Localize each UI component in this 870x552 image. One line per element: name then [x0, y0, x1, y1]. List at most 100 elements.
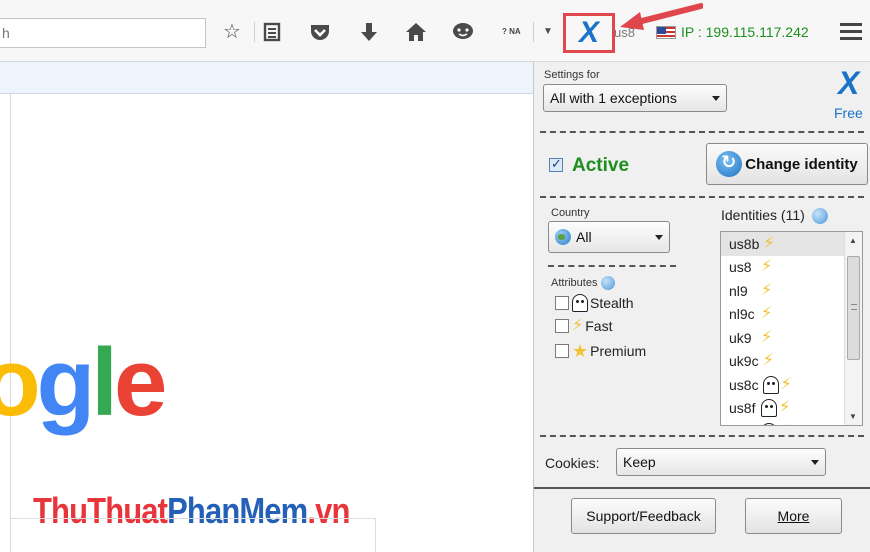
- settings-value: All with 1 exceptions: [550, 90, 677, 106]
- identity-name: uk9c: [729, 353, 759, 370]
- us-flag-icon: [656, 26, 676, 39]
- list-item[interactable]: us8f ⚡: [721, 397, 845, 421]
- ghost-icon: [761, 399, 777, 418]
- logo-letter: e: [113, 329, 167, 436]
- list-item[interactable]: us8b ⚡: [721, 232, 845, 256]
- ghost-icon: [761, 422, 777, 425]
- logo-letter: o: [0, 329, 41, 436]
- list-item[interactable]: uk9 ⚡: [721, 326, 845, 350]
- attribute-fast[interactable]: ⚡ Fast: [555, 318, 612, 334]
- support-feedback-button[interactable]: Support/Feedback: [571, 498, 716, 534]
- list-item[interactable]: uk9c ⚡: [721, 350, 845, 374]
- page-divider: [11, 518, 376, 519]
- country-code-label: us8: [614, 25, 635, 40]
- list-item[interactable]: nl9 ⚡: [721, 279, 845, 303]
- reading-list-icon[interactable]: [259, 18, 285, 46]
- chevron-down-icon: [712, 96, 720, 101]
- attributes-label-text: Attributes: [551, 276, 598, 289]
- free-label: Free: [834, 105, 863, 121]
- hamburger-menu-icon[interactable]: [840, 23, 862, 41]
- bolt-icon: ⚡: [761, 258, 773, 276]
- attribute-premium[interactable]: ★ Premium: [555, 342, 646, 360]
- page-divider: [10, 94, 11, 552]
- bolt-icon: ⚡: [761, 328, 773, 346]
- change-identity-button[interactable]: Change identity: [706, 143, 868, 185]
- cookies-value: Keep: [623, 454, 656, 470]
- cookies-select[interactable]: Keep: [616, 448, 826, 476]
- country-select[interactable]: All: [548, 221, 670, 253]
- bolt-icon: ⚡: [780, 375, 792, 393]
- identity-name: nl9c: [729, 306, 755, 323]
- attribute-stealth[interactable]: Stealth: [555, 294, 634, 312]
- search-input[interactable]: [0, 19, 205, 47]
- ghost-icon: [572, 294, 588, 312]
- chevron-down-icon: [655, 235, 663, 240]
- page-divider: [375, 518, 376, 552]
- identities-scrollbar[interactable]: ▲ ▼: [844, 232, 862, 425]
- active-label[interactable]: Active: [572, 155, 629, 177]
- identity-name: nl9: [729, 282, 748, 299]
- download-icon[interactable]: [356, 18, 382, 46]
- pocket-icon[interactable]: [307, 18, 333, 46]
- help-icon[interactable]: [811, 208, 828, 225]
- settings-select[interactable]: All with 1 exceptions: [543, 84, 727, 112]
- dashed-divider: [540, 131, 864, 133]
- scroll-up-icon[interactable]: ▲: [849, 236, 857, 245]
- xvpn-icon: X: [578, 16, 599, 49]
- settings-for-label: Settings for: [544, 69, 600, 81]
- help-icon[interactable]: [600, 276, 615, 290]
- scroll-down-icon[interactable]: ▼: [849, 412, 857, 421]
- star-icon[interactable]: ☆: [219, 18, 245, 46]
- identity-name: us8c: [729, 376, 759, 393]
- identity-name: us8b: [729, 235, 760, 252]
- country-value: All: [576, 229, 592, 245]
- attribute-label: Fast: [585, 318, 613, 334]
- bolt-icon: ⚡: [763, 234, 775, 252]
- xvpn-button[interactable]: X: [563, 13, 615, 53]
- identities-label-text: Identities (11): [721, 207, 805, 223]
- list-item[interactable]: ⚡: [721, 420, 845, 425]
- search-box[interactable]: [0, 18, 206, 48]
- bolt-icon: ⚡: [762, 352, 774, 370]
- google-logo[interactable]: ogle: [0, 335, 167, 431]
- logo-letter: l: [91, 329, 118, 436]
- dashed-divider: [540, 435, 864, 437]
- list-item[interactable]: nl9c ⚡: [721, 303, 845, 327]
- fast-checkbox[interactable]: [555, 319, 569, 333]
- xvpn-panel: Settings for All with 1 exceptions X Fre…: [533, 62, 870, 552]
- question-na-icon[interactable]: ? NA: [502, 27, 521, 36]
- attributes-label: Attributes: [551, 276, 615, 290]
- identities-list[interactable]: us8b ⚡ us8 ⚡ nl9 ⚡ nl9c ⚡ uk9 ⚡ uk9c ⚡ us8c ⚡ u…: [720, 231, 863, 426]
- refresh-icon: [716, 151, 743, 177]
- stealth-checkbox[interactable]: [555, 296, 569, 310]
- dashed-divider: [540, 196, 864, 198]
- identity-name: us8: [729, 259, 752, 276]
- ip-address: IP : 199.115.117.242: [681, 24, 809, 40]
- panel-divider: [534, 487, 870, 489]
- home-icon[interactable]: [403, 18, 429, 46]
- more-button[interactable]: More: [745, 498, 842, 534]
- cookies-label: Cookies:: [545, 455, 600, 471]
- dropdown-icon[interactable]: ▼: [535, 18, 561, 46]
- grip-icon: [851, 304, 857, 310]
- toolbar-divider: [254, 22, 255, 42]
- bolt-icon: ⚡: [761, 281, 773, 299]
- identity-name: uk9: [729, 329, 752, 346]
- scrollbar-thumb[interactable]: [847, 256, 860, 360]
- ghost-icon: [762, 375, 779, 394]
- list-item[interactable]: us8c ⚡: [721, 373, 845, 397]
- list-item[interactable]: us8 ⚡: [721, 256, 845, 280]
- more-label: More: [777, 508, 810, 524]
- web-page: [0, 94, 533, 552]
- watermark-part: .vn: [307, 490, 350, 531]
- chat-icon[interactable]: [450, 18, 476, 46]
- bolt-icon: ⚡: [779, 423, 790, 425]
- active-checkbox[interactable]: [549, 156, 563, 172]
- watermark: ThuThuatPhanMem.vn: [33, 490, 350, 531]
- premium-checkbox[interactable]: [555, 344, 569, 358]
- identities-label: Identities (11): [721, 207, 828, 225]
- x-logo: X: [838, 65, 860, 101]
- bolt-icon: ⚡: [779, 399, 791, 417]
- dashed-divider: [548, 265, 676, 267]
- support-label: Support/Feedback: [586, 508, 701, 524]
